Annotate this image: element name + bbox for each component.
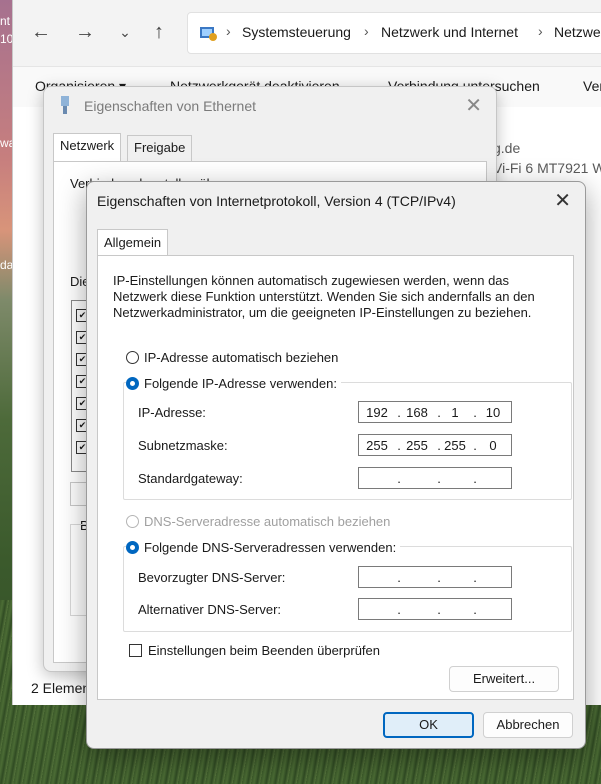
desktop-icon-label: nt	[0, 14, 11, 28]
alternate-dns-label: Alternativer DNS-Server:	[138, 602, 282, 617]
up-arrow-icon[interactable]: ↑	[147, 20, 171, 44]
octet-separator: .	[437, 471, 441, 486]
tab-netzwerk[interactable]: Netzwerk	[53, 133, 122, 162]
subnet-octet: 255	[444, 438, 466, 453]
ethernet-adapter-icon	[61, 96, 69, 114]
octet-separator: .	[473, 471, 477, 486]
preferred-dns-label: Bevorzugter DNS-Server:	[138, 570, 286, 585]
subnet-octet: 0	[489, 438, 497, 453]
ip-manual-label: Folgende IP-Adresse verwenden:	[144, 375, 337, 391]
ip-auto-label: IP-Adresse automatisch beziehen	[144, 349, 339, 365]
breadcrumb-separator-icon: ›	[226, 23, 231, 39]
status-bar-text: 2 Elemen	[31, 680, 91, 696]
dns-auto-radio[interactable]	[126, 514, 139, 528]
breadcrumb-separator-icon: ›	[364, 23, 369, 39]
octet-separator: .	[397, 471, 401, 486]
breadcrumb-netzwerk-internet[interactable]: Netzwerk und Internet	[381, 24, 518, 40]
forward-arrow-icon[interactable]: →	[73, 20, 97, 44]
breadcrumb-separator-icon: ›	[538, 23, 543, 39]
dns-manual-option[interactable]: Folgende DNS-Serveradressen verwenden:	[126, 538, 401, 556]
breadcrumb-netzwerk[interactable]: Netzwe	[554, 24, 601, 40]
close-icon[interactable]: ✕	[465, 93, 482, 118]
cancel-button[interactable]: Abbrechen	[483, 712, 573, 738]
breadcrumb-systemsteuerung[interactable]: Systemsteuerung	[242, 24, 351, 40]
dns-manual-radio[interactable]	[126, 540, 139, 554]
octet-separator: .	[397, 602, 401, 617]
network-item-text: g.de	[493, 140, 521, 156]
octet-separator: .	[437, 602, 441, 617]
ip-address-field[interactable]: 192 . 168 . 1 . 10	[358, 401, 512, 423]
tab-panel-allgemein: IP-Einstellungen können automatisch zuge…	[97, 255, 574, 700]
dns-manual-label: Folgende DNS-Serveradressen verwenden:	[144, 539, 397, 555]
dns-auto-option[interactable]: DNS-Serveradresse automatisch beziehen	[126, 512, 390, 530]
gateway-label: Standardgateway:	[138, 471, 243, 486]
ipv4-properties-dialog: Eigenschaften von Internetprotokoll, Ver…	[86, 181, 586, 749]
ip-address-label: IP-Adresse:	[138, 405, 206, 420]
advanced-button[interactable]: Erweitert...	[449, 666, 559, 692]
validate-on-exit-option[interactable]: Einstellungen beim Beenden überprüfen	[129, 643, 380, 658]
ip-octet: 192	[366, 405, 388, 420]
subnet-mask-label: Subnetzmaske:	[138, 438, 228, 453]
close-icon[interactable]: ✕	[554, 188, 571, 213]
back-arrow-icon[interactable]: ←	[29, 20, 53, 44]
network-item-text: Vi-Fi 6 MT7921 W	[493, 160, 601, 176]
navigation-bar: ← → ⌄ ↑ › Systemsteuerung › Netzwerk und…	[13, 0, 601, 66]
ip-auto-radio[interactable]	[126, 350, 139, 364]
preferred-dns-field[interactable]: . . .	[358, 566, 512, 588]
ip-manual-option[interactable]: Folgende IP-Adresse verwenden:	[126, 374, 341, 392]
ip-octet: 1	[451, 405, 459, 420]
control-panel-icon	[200, 27, 217, 41]
octet-separator: .	[473, 602, 477, 617]
octet-separator: .	[437, 570, 441, 585]
validate-checkbox[interactable]	[129, 644, 142, 657]
more-command[interactable]: Ver	[583, 78, 601, 94]
alternate-dns-field[interactable]: . . .	[358, 598, 512, 620]
validate-label: Einstellungen beim Beenden überprüfen	[148, 643, 381, 658]
tab-allgemein[interactable]: Allgemein	[97, 229, 169, 256]
tab-freigabe[interactable]: Freigabe	[127, 135, 193, 162]
subnet-mask-field[interactable]: 255 . 255 . 255 . 0	[358, 434, 512, 456]
octet-separator: .	[473, 570, 477, 585]
subnet-octet: 255	[366, 438, 388, 453]
dns-auto-label: DNS-Serveradresse automatisch beziehen	[144, 513, 391, 529]
subnet-octet: 255	[406, 438, 428, 453]
ethernet-dialog-title: Eigenschaften von Ethernet	[84, 98, 257, 114]
chevron-down-icon[interactable]: ⌄	[113, 20, 137, 44]
dialog-title: Eigenschaften von Internetprotokoll, Ver…	[97, 193, 456, 209]
ip-octet: 168	[406, 405, 428, 420]
ok-button[interactable]: OK	[383, 712, 474, 738]
gateway-field[interactable]: . . .	[358, 467, 512, 489]
ip-octet: 10	[485, 405, 501, 420]
address-bar[interactable]: › Systemsteuerung › Netzwerk und Interne…	[187, 12, 601, 54]
ip-auto-option[interactable]: IP-Adresse automatisch beziehen	[126, 348, 338, 366]
description-text: IP-Einstellungen können automatisch zuge…	[113, 273, 535, 320]
ip-manual-radio[interactable]	[126, 376, 139, 390]
octet-separator: .	[397, 570, 401, 585]
